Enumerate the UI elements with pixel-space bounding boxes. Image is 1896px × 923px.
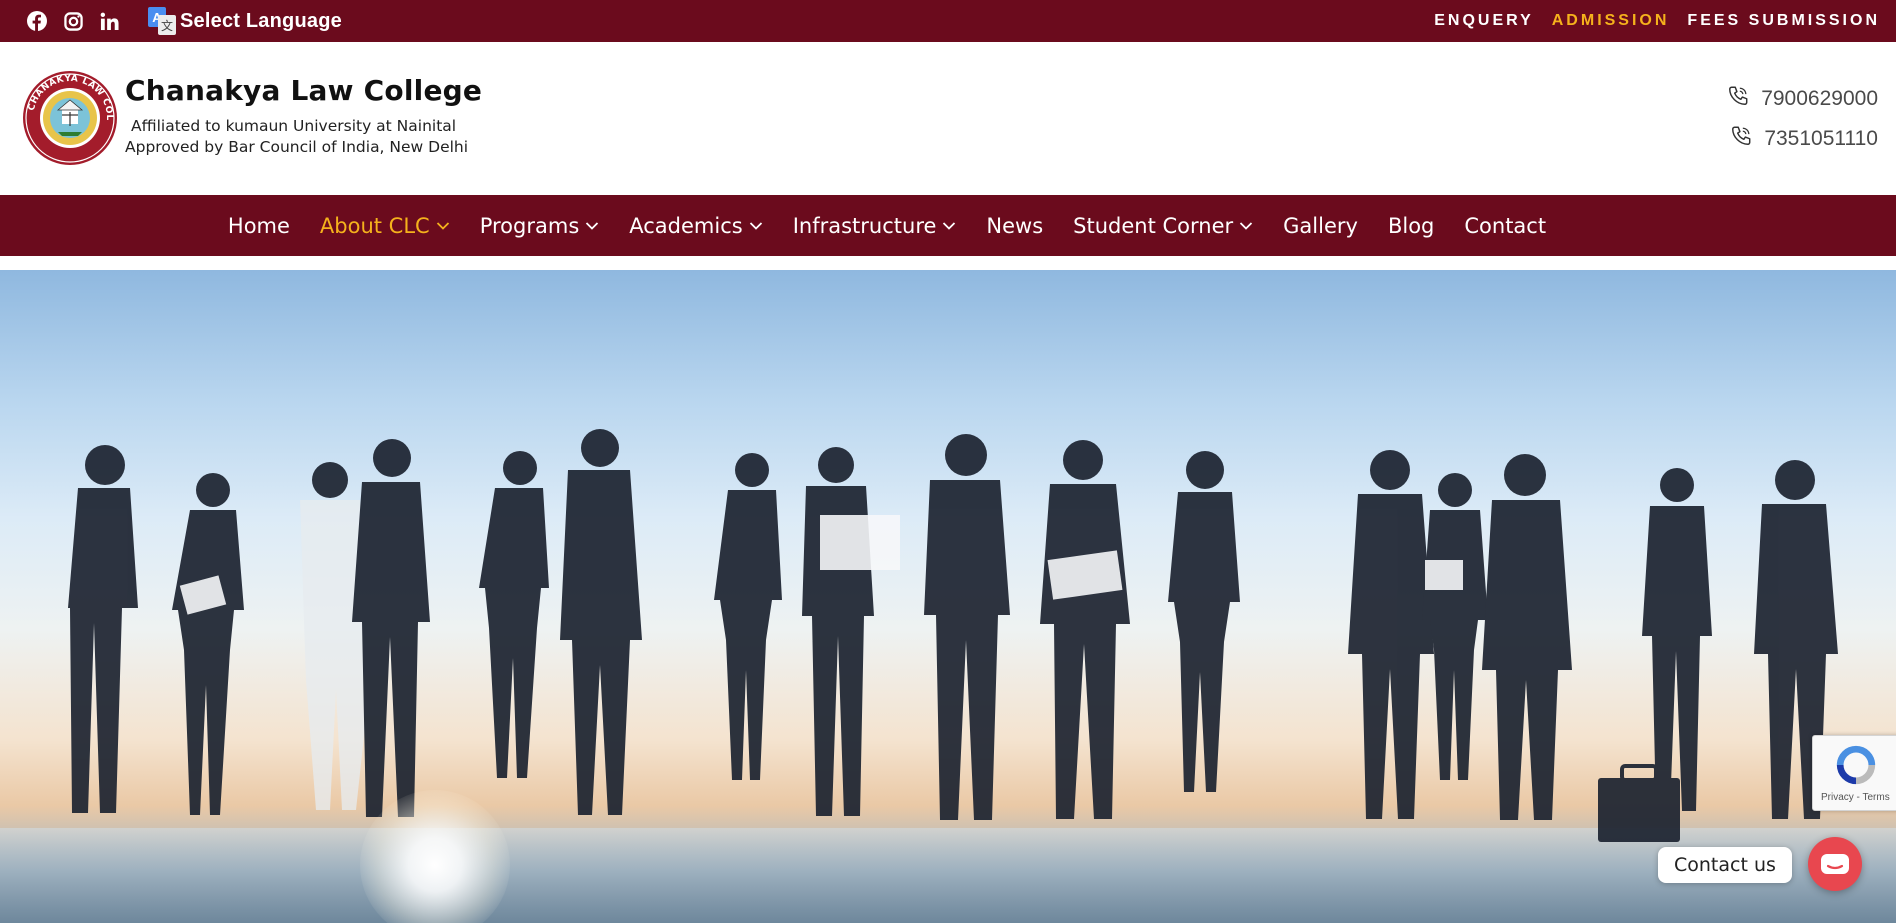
main-nav: Home About CLC Programs Academics Infras… — [0, 195, 1896, 256]
nav-infrastructure-label: Infrastructure — [792, 213, 937, 238]
hero-banner-image — [0, 270, 1896, 923]
nav-academics-label: Academics — [629, 213, 743, 238]
fees-submission-link[interactable]: FEES SUBMISSION — [1687, 12, 1880, 30]
chevron-down-icon — [943, 221, 956, 230]
svg-text:文: 文 — [161, 18, 173, 33]
phone-1[interactable]: 7900629000 — [1727, 85, 1878, 113]
recaptcha-badge[interactable]: Privacy - Terms — [1812, 735, 1896, 811]
recaptcha-icon — [1836, 745, 1876, 785]
business-people-silhouettes — [68, 429, 1838, 842]
nav-spacer — [0, 256, 1896, 270]
select-language-button[interactable]: A 文 Select Language — [148, 7, 342, 35]
phone-2-number: 7351051110 — [1764, 127, 1878, 150]
nav-student-corner[interactable]: Student Corner — [1058, 214, 1268, 238]
nav-blog-label: Blog — [1387, 213, 1435, 238]
nav-news-label: News — [986, 213, 1044, 238]
chevron-down-icon — [1240, 221, 1253, 230]
phone-2[interactable]: 7351051110 — [1730, 125, 1878, 153]
top-bar: A 文 Select Language ENQUERY ADMISSION FE… — [0, 0, 1896, 42]
chevron-down-icon — [749, 221, 762, 230]
site-header: CHANAKYA LAW COLLEGE Chanakya Law Colleg… — [0, 42, 1896, 195]
nav-home-label: Home — [227, 213, 290, 238]
approval-text: Approved by Bar Council of India, New De… — [125, 138, 469, 156]
nav-home[interactable]: Home — [213, 214, 305, 238]
translate-icon: A 文 — [148, 7, 176, 35]
nav-gallery[interactable]: Gallery — [1268, 214, 1373, 238]
nav-about-clc-label: About CLC — [319, 213, 430, 238]
nav-programs[interactable]: Programs — [465, 214, 615, 238]
nav-student-corner-label: Student Corner — [1073, 213, 1234, 238]
select-language-label: Select Language — [180, 9, 342, 32]
nav-contact[interactable]: Contact — [1449, 214, 1561, 238]
nav-news[interactable]: News — [971, 214, 1058, 238]
chat-icon — [1821, 854, 1849, 874]
enquiry-link[interactable]: ENQUERY — [1434, 12, 1534, 30]
admission-link[interactable]: ADMISSION — [1552, 12, 1670, 30]
nav-programs-label: Programs — [479, 213, 580, 238]
top-links: ENQUERY ADMISSION FEES SUBMISSION — [1434, 0, 1880, 42]
facebook-icon[interactable] — [26, 10, 48, 32]
nav-academics[interactable]: Academics — [614, 214, 777, 238]
nav-gallery-label: Gallery — [1283, 213, 1358, 238]
chevron-down-icon — [586, 221, 599, 230]
affiliation-text: Affiliated to kumaun University at Naini… — [131, 117, 457, 135]
phone-icon — [1730, 125, 1752, 153]
phone-icon — [1727, 85, 1749, 113]
instagram-icon[interactable] — [62, 10, 84, 32]
recaptcha-privacy-terms[interactable]: Privacy - Terms — [1821, 792, 1890, 803]
nav-blog[interactable]: Blog — [1373, 214, 1449, 238]
chevron-down-icon — [436, 221, 449, 230]
nav-infrastructure[interactable]: Infrastructure — [778, 214, 972, 238]
college-logo[interactable]: CHANAKYA LAW COLLEGE — [18, 63, 118, 166]
contact-us-button[interactable] — [1808, 837, 1862, 891]
nav-contact-label: Contact — [1464, 213, 1547, 238]
college-name[interactable]: Chanakya Law College — [125, 74, 482, 107]
contact-us-label[interactable]: Contact us — [1658, 847, 1792, 883]
nav-about-clc[interactable]: About CLC — [305, 214, 465, 238]
phone-1-number: 7900629000 — [1761, 87, 1878, 110]
linkedin-icon[interactable] — [98, 10, 120, 32]
